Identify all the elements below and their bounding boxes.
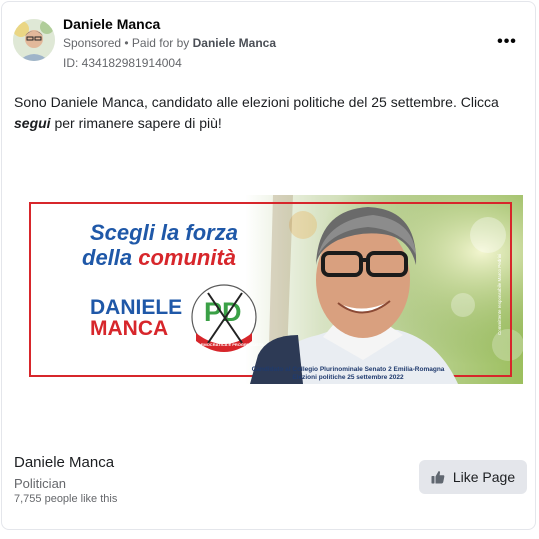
- paid-for-prefix: • Paid for by: [121, 36, 193, 50]
- banner-headline-2: della comunità: [82, 245, 236, 270]
- ad-banner-graphic: Scegli la forza della comunità DANIELE M…: [18, 195, 523, 384]
- body-text-end: per rimanere sapere di più!: [50, 115, 222, 131]
- banner-headline-2b: comunità: [138, 245, 236, 270]
- banner-caption-1: Candidato al Collegio Plurinominale Sena…: [252, 366, 445, 373]
- banner-side-note: Committente responsabile Marco Pedrini: [497, 254, 502, 335]
- sponsored-label: Sponsored: [63, 36, 122, 50]
- banner-caption-2: Elezioni politiche 25 settembre 2022: [292, 374, 404, 381]
- banner-headline-1: Scegli la forza: [90, 220, 238, 245]
- footer-category: Politician: [14, 476, 67, 491]
- ad-body-text: Sono Daniele Manca, candidato alle elezi…: [14, 92, 514, 134]
- footer-page-name[interactable]: Daniele Manca: [14, 454, 114, 471]
- body-emphasis: segui: [14, 115, 51, 131]
- banner-candidate-first: DANIELE: [90, 296, 182, 319]
- banner-headline-2a: della: [82, 245, 138, 270]
- footer-likes-count: 7,755 people like this: [14, 493, 118, 505]
- banner-candidate-last: MANCA: [90, 317, 168, 340]
- body-text-start: Sono Daniele Manca, candidato alle elezi…: [14, 94, 499, 110]
- avatar[interactable]: [13, 19, 55, 61]
- sponsored-line: Sponsored • Paid for by Daniele Manca: [63, 36, 276, 50]
- like-page-label: Like Page: [452, 469, 516, 485]
- like-page-button[interactable]: Like Page: [419, 460, 527, 494]
- avatar-photo: [13, 19, 55, 61]
- ad-id: ID: 434182981914004: [63, 56, 182, 70]
- page-name-link[interactable]: Daniele Manca: [63, 16, 160, 32]
- more-options-icon[interactable]: •••: [494, 30, 520, 54]
- ad-image[interactable]: Scegli la forza della comunità DANIELE M…: [18, 195, 523, 384]
- ad-card: Daniele Manca Sponsored • Paid for by Da…: [1, 1, 536, 530]
- pd-logo-sub: ITALIA DEMOCRATICA E PROGRESSISTA: [184, 342, 264, 347]
- paid-for-name: Daniele Manca: [192, 36, 276, 50]
- thumbs-up-icon: [431, 471, 445, 484]
